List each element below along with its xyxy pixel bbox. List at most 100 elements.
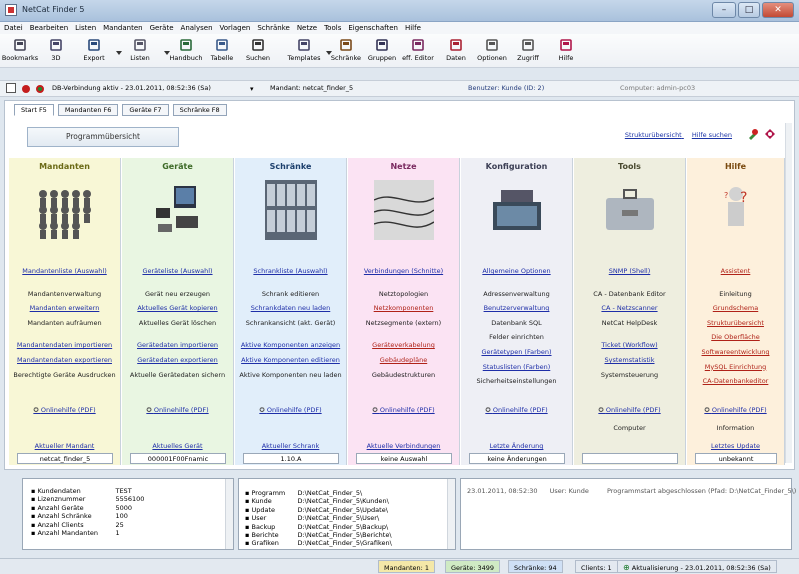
toolbar-group-button[interactable]: Gruppen [362, 36, 402, 66]
online-help-link[interactable]: Onlinehilfe (PDF) [348, 406, 459, 414]
column-action[interactable]: Gebäudestrukturen [348, 368, 459, 383]
column-link[interactable]: Mandantendaten exportieren [9, 353, 120, 368]
column-link[interactable]: Benutzerverwaltung [461, 301, 572, 316]
column-link[interactable]: Grundschema [687, 301, 784, 316]
column-link[interactable]: Gebäudepläne [348, 353, 459, 368]
toolbar-help-button[interactable]: Hilfe [546, 36, 586, 66]
column-action[interactable]: Felder einrichten [461, 330, 572, 345]
menu-item-6[interactable]: Vorlagen [220, 22, 251, 34]
column-link[interactable]: Mandanten erweitern [9, 301, 120, 316]
toolbar-table-button[interactable]: Tabelle [202, 36, 242, 66]
column-link[interactable]: Geräteliste (Auswahl) [122, 264, 233, 279]
column-action[interactable]: Einleitung [687, 287, 784, 302]
column-link[interactable]: Ticket (Workflow) [574, 338, 685, 353]
column-link[interactable]: Allgemeine Optionen [461, 264, 572, 279]
column-link[interactable]: Statuslisten (Farben) [461, 360, 572, 375]
tools-icon[interactable] [747, 128, 759, 140]
online-help-link[interactable]: Onlinehilfe (PDF) [687, 406, 784, 414]
toolbar-cabinet-button[interactable]: Schränke [326, 36, 366, 66]
column-action[interactable]: Netztopologien [348, 287, 459, 302]
column-action[interactable]: Berechtigte Geräte Ausdrucken [9, 368, 120, 383]
column-link[interactable]: Geräteverkabelung [348, 338, 459, 353]
structure-overview-link[interactable]: Strukturübersicht [625, 131, 682, 139]
toolbar-access-button[interactable]: Zugriff [508, 36, 548, 66]
column-action[interactable]: Systemsteuerung [574, 368, 685, 383]
menu-item-2[interactable]: Listen [75, 22, 96, 34]
column-action[interactable]: Sicherheitseinstellungen [461, 374, 572, 389]
menu-item-11[interactable]: Hilfe [405, 22, 421, 34]
column-action[interactable]: Aktive Komponenten neu laden [235, 368, 346, 383]
column-link[interactable]: Softwareentwicklung [687, 345, 784, 360]
column-link[interactable]: Schrankliste (Auswahl) [235, 264, 346, 279]
current-item-link[interactable]: Letzte Änderung [461, 442, 572, 450]
column-action[interactable]: Gerät neu erzeugen [122, 287, 233, 302]
column-link[interactable]: MySQL Einrichtung [687, 360, 784, 375]
column-link[interactable]: Verbindungen (Schnitte) [348, 264, 459, 279]
column-link[interactable]: Die Oberfläche [687, 330, 784, 345]
column-link[interactable]: Assistent [687, 264, 784, 279]
main-scrollbar[interactable] [785, 123, 792, 463]
column-link[interactable]: Mandantenliste (Auswahl) [9, 264, 120, 279]
help-icon[interactable] [764, 128, 776, 140]
maximize-button[interactable]: □ [738, 2, 760, 18]
current-item-link[interactable]: Aktuelle Verbindungen [348, 442, 459, 450]
stats-scrollbar[interactable] [225, 479, 233, 549]
column-link[interactable]: Aktuelles Gerät kopieren [122, 301, 233, 316]
column-action[interactable]: Aktuelle Gerätedaten sichern [122, 368, 233, 383]
toolbar-list-button[interactable]: Listen [120, 36, 160, 66]
column-action[interactable]: NetCat HelpDesk [574, 316, 685, 331]
column-link[interactable]: CA - Netzscanner [574, 301, 685, 316]
menu-item-3[interactable]: Mandanten [103, 22, 142, 34]
column-link[interactable]: Schrankdaten neu laden [235, 301, 346, 316]
current-item-link[interactable]: Aktuelles Gerät [122, 442, 233, 450]
column-link[interactable]: Gerätedaten exportieren [122, 353, 233, 368]
column-link[interactable]: SNMP (Shell) [574, 264, 685, 279]
online-help-link[interactable]: Onlinehilfe (PDF) [235, 406, 346, 414]
toolbar-data-button[interactable]: Daten [436, 36, 476, 66]
column-link[interactable]: Aktive Komponenten editieren [235, 353, 346, 368]
toolbar-options-button[interactable]: Optionen [472, 36, 512, 66]
column-action[interactable]: Datenbank SQL [461, 316, 572, 331]
help-search-link[interactable]: Hilfe suchen [692, 131, 732, 139]
column-action[interactable]: Schrank editieren [235, 287, 346, 302]
menu-item-5[interactable]: Analysen [181, 22, 213, 34]
toolbar-search-button[interactable]: Suchen [238, 36, 278, 66]
current-item-link[interactable]: Aktueller Mandant [9, 442, 120, 450]
paths-scrollbar[interactable] [447, 479, 455, 549]
column-link[interactable]: Mandantendaten importieren [9, 338, 120, 353]
column-link[interactable]: Systemstatistik [574, 353, 685, 368]
toolbar-bookmark-button[interactable]: Bookmarks [0, 36, 40, 66]
menu-item-10[interactable]: Eigenschaften [348, 22, 398, 34]
column-action[interactable]: Schrankansicht (akt. Gerät) [235, 316, 346, 331]
column-link[interactable]: Aktive Komponenten anzeigen [235, 338, 346, 353]
column-action[interactable]: Aktuelles Gerät löschen [122, 316, 233, 331]
column-link[interactable]: Strukturübersicht [687, 316, 784, 331]
menu-item-7[interactable]: Schränke [257, 22, 289, 34]
minimize-button[interactable]: – [712, 2, 736, 18]
column-link[interactable]: Netzkomponenten [348, 301, 459, 316]
online-help-link[interactable]: Onlinehilfe (PDF) [122, 406, 233, 414]
menu-item-0[interactable]: Datei [4, 22, 23, 34]
column-action[interactable]: CA - Datenbank Editor [574, 287, 685, 302]
menu-item-9[interactable]: Tools [324, 22, 341, 34]
tab-0[interactable]: Start F5 [14, 104, 54, 116]
online-help-link[interactable]: Onlinehilfe (PDF) [461, 406, 572, 414]
menu-item-8[interactable]: Netze [297, 22, 317, 34]
current-item-link[interactable]: Aktueller Schrank [235, 442, 346, 450]
column-link[interactable]: Gerätetypen (Farben) [461, 345, 572, 360]
pin-icon[interactable] [6, 83, 16, 93]
column-action[interactable]: Netzsegmente (extern) [348, 316, 459, 331]
current-item-link[interactable]: Letztes Update [687, 442, 784, 450]
toolbar-handbook-button[interactable]: Handbuch [166, 36, 206, 66]
online-help-link[interactable]: Onlinehilfe (PDF) [574, 406, 685, 414]
column-link[interactable]: CA-Datenbankeditor [687, 374, 784, 389]
column-action[interactable]: Mandanten aufräumen [9, 316, 120, 331]
tab-3[interactable]: Schränke F8 [172, 104, 227, 116]
column-link[interactable]: Gerätedaten importieren [122, 338, 233, 353]
tab-1[interactable]: Mandanten F6 [57, 104, 119, 116]
toolbar-template-button[interactable]: Templates [284, 36, 324, 66]
menu-item-4[interactable]: Geräte [150, 22, 174, 34]
toolbar-export-button[interactable]: Export [74, 36, 114, 66]
menu-item-1[interactable]: Bearbeiten [30, 22, 68, 34]
close-button[interactable]: ✕ [762, 2, 794, 18]
